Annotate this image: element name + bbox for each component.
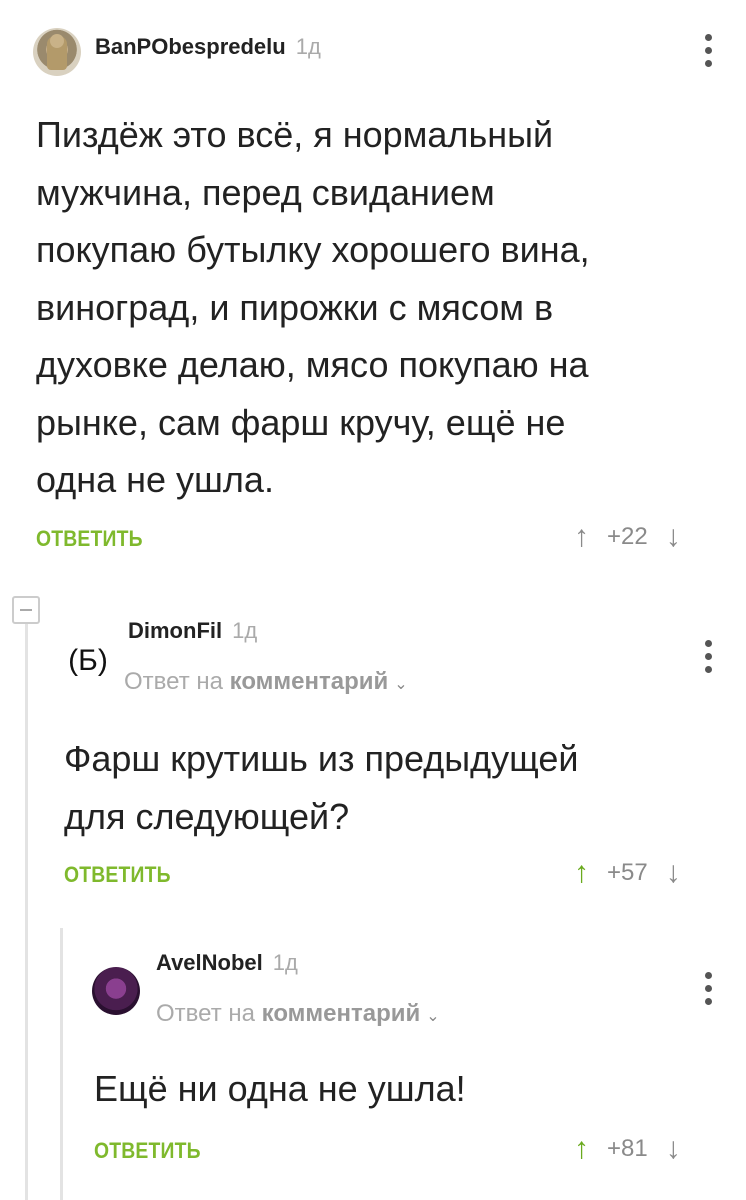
- avatar[interactable]: [92, 967, 140, 1015]
- avatar-head: [50, 34, 64, 48]
- vote-controls: ↑ +57 ↓: [574, 858, 681, 888]
- downvote-arrow-icon[interactable]: ↓: [666, 858, 681, 888]
- upvote-arrow-icon[interactable]: ↑: [574, 858, 589, 888]
- comment-body: Пиздёж это всё, я нормальный мужчина, пе…: [36, 106, 726, 509]
- username[interactable]: AvelNobel: [156, 950, 263, 976]
- reply-to-link[interactable]: Ответ на комментарий ⌄: [156, 1000, 440, 1028]
- comment-body: Фарш крутишь из предыдущей для следующей…: [64, 730, 714, 845]
- reply-to-target[interactable]: комментарий: [262, 1000, 421, 1027]
- comment-line: рынке, сам фарш кручу, ещё не: [36, 401, 566, 443]
- reply-to-prefix: Ответ на: [156, 1000, 255, 1027]
- comment-header: AvelNobel 1д: [156, 950, 298, 976]
- more-options-icon[interactable]: [704, 640, 712, 673]
- comment-line: Фарш крутишь из предыдущей: [64, 738, 579, 779]
- comment-line: одна не ушла.: [36, 459, 274, 500]
- vote-controls: ↑ +22 ↓: [574, 522, 681, 552]
- score: +22: [607, 523, 648, 550]
- comment-time: 1д: [272, 950, 298, 975]
- comment-line: духовке делаю, мясо покупаю на: [36, 344, 589, 385]
- upvote-arrow-icon[interactable]: ↑: [574, 1134, 589, 1164]
- comment-time: 1д: [295, 34, 321, 59]
- comment-body: Ещё ни одна не ушла!: [94, 1060, 714, 1118]
- reply-button[interactable]: ОТВЕТИТЬ: [94, 1138, 201, 1164]
- comment-header: BanPObespredelu 1д: [95, 34, 321, 60]
- comment-line: для следующей?: [64, 795, 350, 837]
- comment-line: виноград, и пирожки с мясом в: [36, 286, 554, 328]
- comment-line: Ещё ни одна не ушла!: [94, 1068, 466, 1109]
- upvote-arrow-icon[interactable]: ↑: [574, 522, 589, 552]
- more-options-icon[interactable]: [704, 972, 712, 1005]
- reply-button[interactable]: ОТВЕТИТЬ: [36, 526, 143, 552]
- score: +81: [607, 1135, 648, 1162]
- chevron-down-icon[interactable]: ⌄: [426, 1008, 439, 1025]
- thread-line: [60, 928, 63, 1200]
- username[interactable]: DimonFil: [128, 618, 222, 644]
- reply-to-prefix: Ответ на: [124, 668, 223, 695]
- avatar[interactable]: (Б): [58, 638, 118, 684]
- comment-line: Пиздёж это всё, я нормальный: [36, 114, 554, 155]
- avatar[interactable]: [33, 28, 81, 76]
- chevron-down-icon[interactable]: ⌄: [394, 676, 407, 693]
- comment-line: мужчина, перед свиданием: [36, 171, 495, 213]
- comment-time: 1д: [232, 618, 258, 643]
- more-options-icon[interactable]: [704, 34, 712, 67]
- downvote-arrow-icon[interactable]: ↓: [666, 522, 681, 552]
- reply-button[interactable]: ОТВЕТИТЬ: [64, 862, 171, 888]
- comment-header: DimonFil 1д: [128, 618, 257, 644]
- comment-line: покупаю бутылку хорошего вина,: [36, 229, 590, 270]
- username[interactable]: BanPObespredelu: [95, 34, 286, 60]
- thread-line: [25, 624, 28, 1200]
- reply-to-target[interactable]: комментарий: [230, 668, 389, 695]
- reply-to-link[interactable]: Ответ на комментарий ⌄: [124, 668, 408, 696]
- collapse-thread-button[interactable]: [12, 596, 40, 624]
- vote-controls: ↑ +81 ↓: [574, 1134, 681, 1164]
- score: +57: [607, 859, 648, 886]
- downvote-arrow-icon[interactable]: ↓: [666, 1134, 681, 1164]
